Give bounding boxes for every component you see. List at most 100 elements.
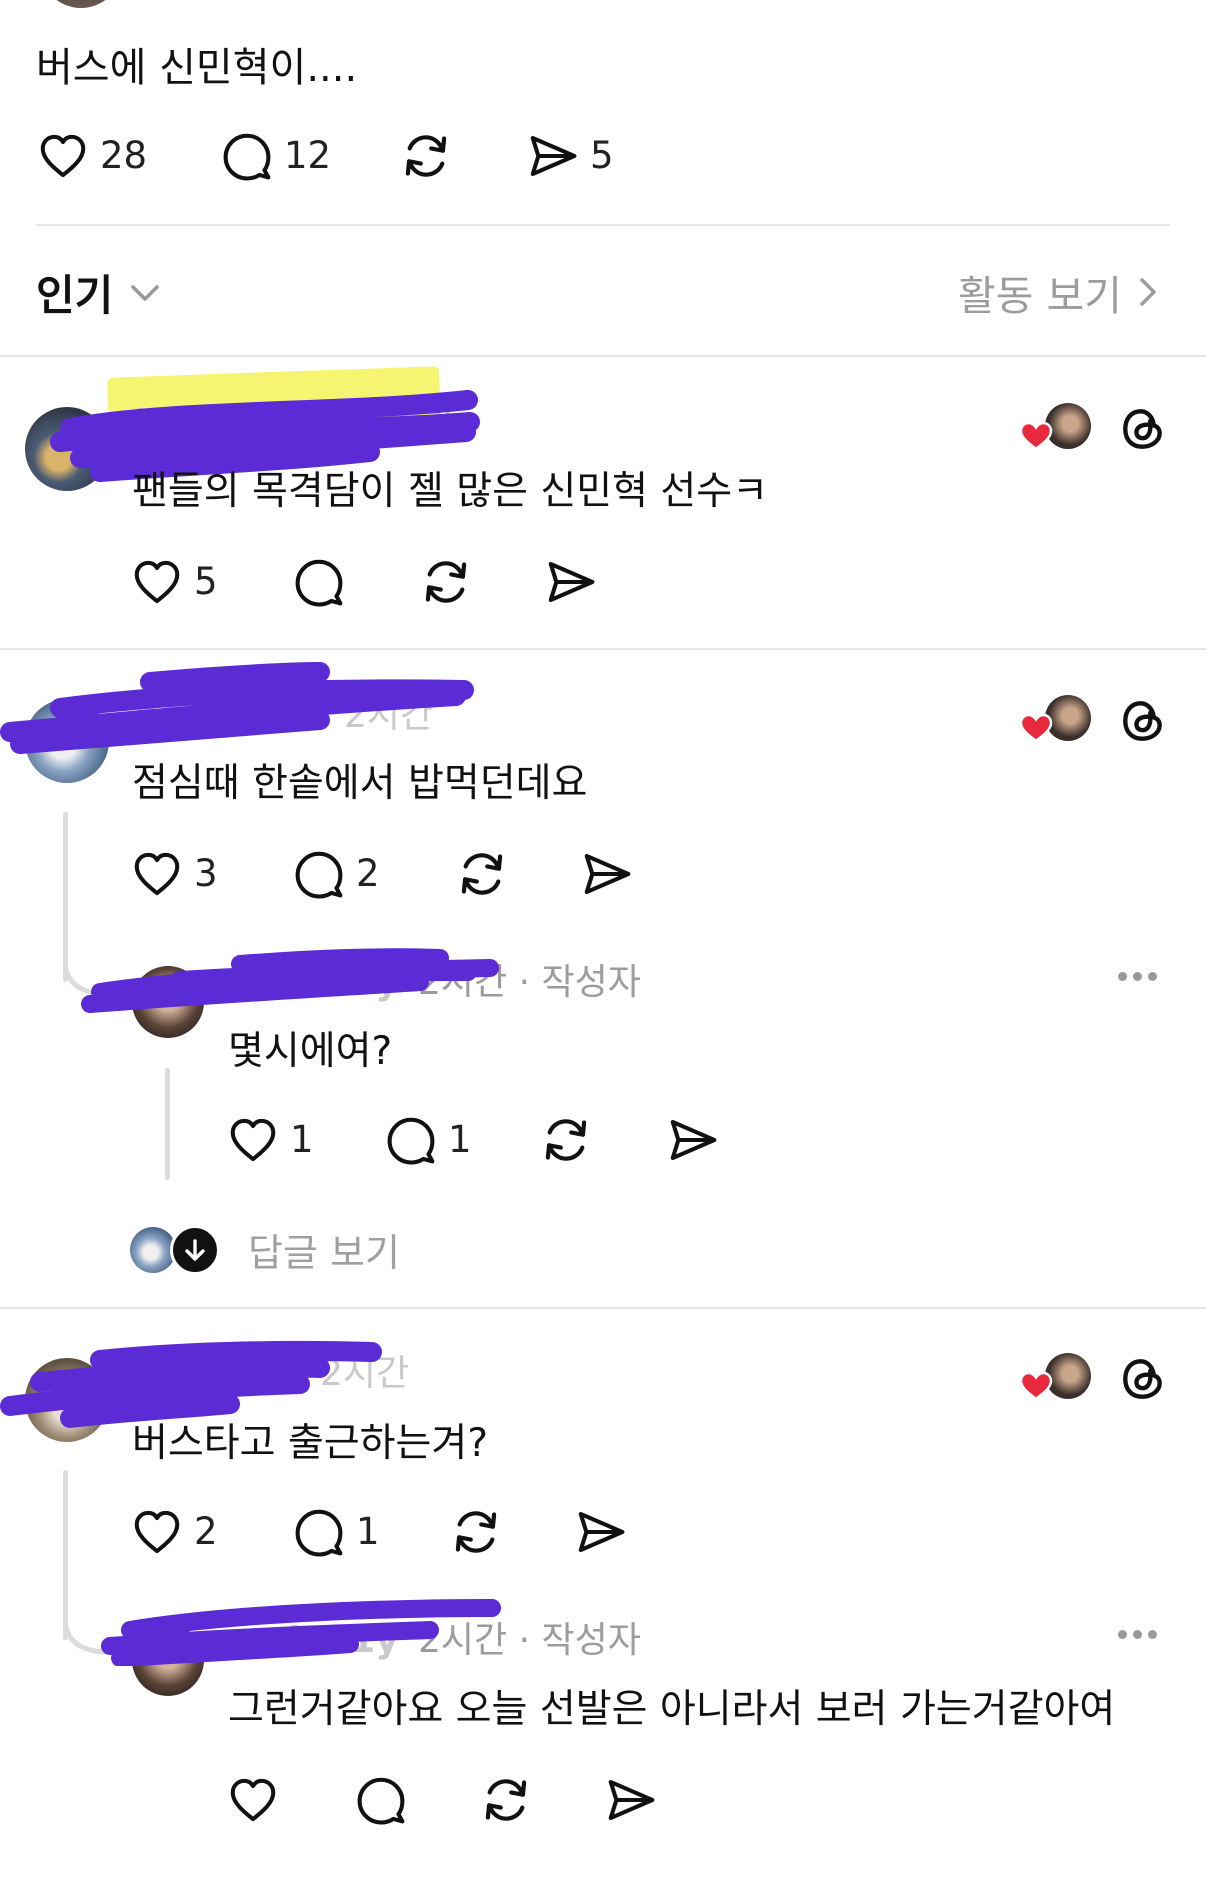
comment-icon xyxy=(220,129,274,183)
comment-button[interactable] xyxy=(292,554,346,610)
chevron-right-icon xyxy=(1140,278,1156,306)
like-button[interactable]: 3 xyxy=(130,846,218,902)
send-icon xyxy=(666,1113,720,1167)
repost-icon xyxy=(418,554,474,610)
threads-logo-icon[interactable] xyxy=(1118,1354,1168,1404)
thread-curve xyxy=(63,1618,138,1655)
timestamp: 2시간 xyxy=(320,1353,410,1394)
sort-label: 인기 xyxy=(36,271,114,320)
share-button[interactable] xyxy=(580,846,634,902)
arrow-down-icon xyxy=(170,1224,220,1275)
comment-icon xyxy=(354,1773,408,1827)
username[interactable]: babillo__o xyxy=(134,402,332,446)
reply-text: 팬들의 목격담이 젤 많은 신민혁 선수ㅋ xyxy=(132,469,769,514)
comment-icon xyxy=(292,847,346,901)
avatar[interactable] xyxy=(25,699,109,783)
repost-button[interactable] xyxy=(538,1112,594,1168)
send-icon xyxy=(580,847,634,901)
like-button[interactable]: 28 xyxy=(36,128,147,184)
timestamp-author-tag: 2시간 · 작성자 xyxy=(418,1620,641,1661)
timestamp: 2시간 xyxy=(366,403,456,444)
thread-curve xyxy=(63,960,138,997)
repost-icon xyxy=(398,128,454,184)
repost-icon xyxy=(454,846,510,902)
like-button[interactable]: 5 xyxy=(130,554,218,610)
username[interactable]: ncdoo1y xyxy=(228,1619,399,1663)
heart-icon xyxy=(226,1113,280,1167)
repost-button[interactable] xyxy=(418,554,474,610)
username[interactable]: vi_0235 xyxy=(134,1352,288,1396)
comment-button[interactable]: 12 xyxy=(220,128,331,184)
comment-icon xyxy=(292,1505,346,1559)
sort-dropdown[interactable]: 인기 xyxy=(36,262,165,323)
share-count: 5 xyxy=(590,134,614,177)
heart-icon xyxy=(226,1773,280,1827)
username[interactable]: nc_tilano xyxy=(134,694,316,738)
send-icon xyxy=(604,1773,658,1827)
comment-count: 1 xyxy=(448,1118,472,1161)
repost-icon xyxy=(478,1772,534,1828)
comment-button[interactable]: 1 xyxy=(292,1504,380,1560)
post-text: 버스에 신민혁이.... xyxy=(36,45,358,91)
section-divider xyxy=(0,648,1206,650)
comment-button[interactable] xyxy=(354,1772,408,1828)
avatar[interactable] xyxy=(25,407,109,491)
comment-icon xyxy=(292,555,346,609)
share-button[interactable] xyxy=(604,1772,658,1828)
view-activity-link[interactable]: 활동 보기 xyxy=(958,262,1164,322)
comment-icon xyxy=(384,1113,438,1167)
send-icon xyxy=(544,555,598,609)
comment-count: 12 xyxy=(284,134,332,177)
like-button[interactable] xyxy=(226,1772,280,1828)
heart-icon xyxy=(130,847,184,901)
comment-count: 2 xyxy=(356,852,380,895)
send-icon xyxy=(526,129,580,183)
section-divider xyxy=(0,355,1206,357)
avatar[interactable] xyxy=(132,966,204,1038)
share-button[interactable] xyxy=(666,1112,720,1168)
repost-button[interactable] xyxy=(398,128,454,184)
timestamp: 2시간 xyxy=(344,695,434,736)
view-replies-button[interactable]: 답글 보기 xyxy=(130,1222,400,1277)
more-options-button[interactable] xyxy=(1118,972,1157,981)
share-button[interactable]: 5 xyxy=(526,128,614,184)
author-avatar[interactable] xyxy=(40,0,122,8)
share-button[interactable] xyxy=(574,1504,628,1560)
threads-logo-icon[interactable] xyxy=(1118,404,1168,454)
like-count: 5 xyxy=(194,560,218,603)
share-button[interactable] xyxy=(544,554,598,610)
avatar[interactable] xyxy=(25,1358,109,1442)
username[interactable]: ncdoo1y xyxy=(228,961,399,1005)
view-replies-label: 답글 보기 xyxy=(248,1231,400,1275)
heart-icon xyxy=(36,129,90,183)
comment-button[interactable]: 1 xyxy=(384,1112,472,1168)
thread-line xyxy=(63,812,68,982)
like-count: 2 xyxy=(194,1510,218,1553)
like-count: 1 xyxy=(290,1118,314,1161)
view-activity-label: 활동 보기 xyxy=(958,272,1122,320)
comment-button[interactable]: 2 xyxy=(292,846,380,902)
section-divider xyxy=(0,1307,1206,1309)
repost-button[interactable] xyxy=(454,846,510,902)
like-count: 3 xyxy=(194,852,218,895)
like-button[interactable]: 1 xyxy=(226,1112,314,1168)
liked-by-author-badge xyxy=(1019,695,1091,747)
repost-icon xyxy=(538,1112,594,1168)
reply-text: 버스타고 출근하는겨? xyxy=(132,1421,489,1466)
repost-icon xyxy=(448,1504,504,1560)
like-button[interactable]: 2 xyxy=(130,1504,218,1560)
repost-button[interactable] xyxy=(448,1504,504,1560)
reply-text: 몇시에여? xyxy=(228,1029,393,1074)
thread-line xyxy=(63,1470,68,1640)
timestamp-author-tag: 2시간 · 작성자 xyxy=(418,962,641,1003)
threads-logo-icon[interactable] xyxy=(1118,696,1168,746)
send-icon xyxy=(574,1505,628,1559)
reply-text: 점심때 한솥에서 밥먹던데요 xyxy=(132,761,588,806)
avatar[interactable] xyxy=(132,1624,204,1696)
more-options-button[interactable] xyxy=(1118,1630,1157,1639)
comment-count: 1 xyxy=(356,1510,380,1553)
liked-by-author-badge xyxy=(1019,1353,1091,1405)
repost-button[interactable] xyxy=(478,1772,534,1828)
heart-icon xyxy=(130,1505,184,1559)
heart-filled-icon xyxy=(1019,421,1053,451)
